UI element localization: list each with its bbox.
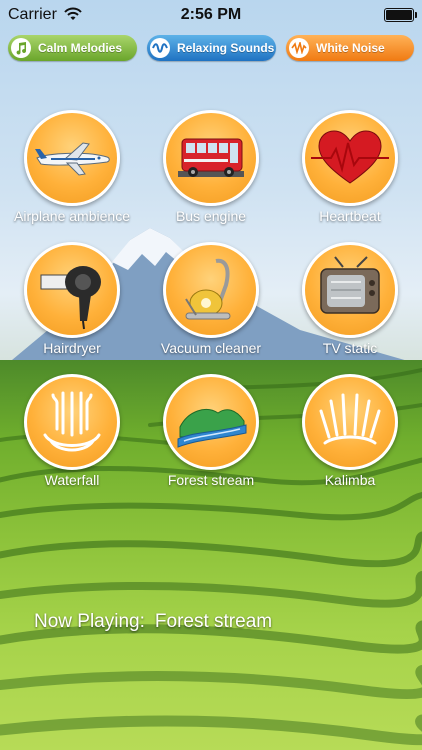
music-note-icon <box>11 38 31 58</box>
sound-circle <box>302 110 398 206</box>
now-playing: Now Playing: Forest stream <box>34 611 272 633</box>
sound-label: Waterfall <box>44 472 100 488</box>
sound-circle <box>24 242 120 338</box>
airplane-icon <box>35 142 110 176</box>
sound-label: Hairdryer <box>43 340 101 356</box>
sound-waterfall-button[interactable]: Waterfall <box>2 374 142 488</box>
now-playing-prefix: Now Playing: <box>34 611 145 632</box>
kalimba-icon <box>319 393 381 445</box>
vacuum-icon <box>185 258 231 320</box>
sound-circle <box>163 242 259 338</box>
sound-label: Airplane ambience <box>14 208 130 224</box>
sound-kalimba-button[interactable]: Kalimba <box>280 374 420 488</box>
heart-icon <box>311 130 389 184</box>
stream-icon <box>177 409 247 448</box>
battery-icon <box>384 8 417 22</box>
sound-heartbeat-button[interactable]: Heartbeat <box>280 110 420 224</box>
sound-label: Kalimba <box>324 472 376 488</box>
sound-circle <box>24 110 120 206</box>
category-relaxing-sounds-button[interactable]: Relaxing Sounds <box>147 35 276 61</box>
sound-circle <box>163 374 259 470</box>
category-calm-melodies-button[interactable]: Calm Melodies <box>8 35 137 61</box>
sound-circle <box>302 242 398 338</box>
sound-circle <box>24 374 120 470</box>
now-playing-title: Forest stream <box>154 611 273 632</box>
status-bar: Carrier 2:56 PM <box>0 0 422 30</box>
tv-icon <box>320 256 380 314</box>
sound-wave-icon <box>150 38 170 58</box>
category-white-noise-button[interactable]: White Noise <box>286 35 414 61</box>
category-label: Relaxing Sounds <box>177 41 275 55</box>
sound-forest-stream-button[interactable]: Forest stream <box>141 374 281 488</box>
sound-label: TV static <box>322 340 378 356</box>
hairdryer-icon <box>40 266 101 330</box>
sound-hairdryer-button[interactable]: Hairdryer <box>2 242 142 356</box>
sound-label: Bus engine <box>175 208 247 224</box>
sound-label: Vacuum cleaner <box>160 340 262 356</box>
sound-tv-static-button[interactable]: TV static <box>280 242 420 356</box>
category-label: Calm Melodies <box>38 41 123 55</box>
sound-circle <box>302 374 398 470</box>
sound-label: Forest stream <box>167 472 255 488</box>
sound-bus-button[interactable]: Bus engine <box>141 110 281 224</box>
sound-vacuum-button[interactable]: Vacuum cleaner <box>141 242 281 356</box>
category-label: White Noise <box>316 41 385 55</box>
bus-icon <box>178 138 244 177</box>
sound-label: Heartbeat <box>319 208 381 224</box>
sound-circle <box>163 110 259 206</box>
wave-icon <box>289 38 309 58</box>
clock: 2:56 PM <box>180 6 242 23</box>
sound-airplane-button[interactable]: Airplane ambience <box>2 110 142 224</box>
waterfall-icon <box>43 391 101 452</box>
